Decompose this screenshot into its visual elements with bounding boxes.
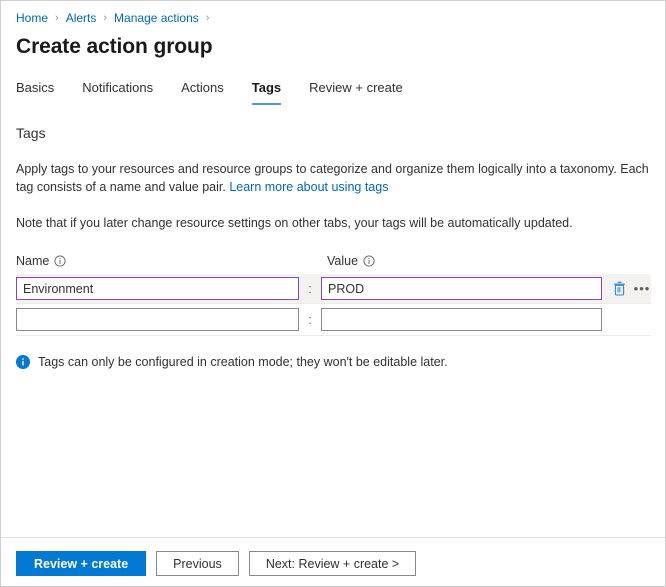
breadcrumb-item-alerts[interactable]: Alerts bbox=[66, 10, 97, 26]
info-notice-text: Tags can only be configured in creation … bbox=[38, 354, 448, 370]
column-header-value-label: Value bbox=[327, 254, 358, 268]
tag-row-colon: : bbox=[299, 313, 321, 327]
breadcrumb-item-home[interactable]: Home bbox=[16, 10, 48, 26]
azure-portal-blade: Home › Alerts › Manage actions › Create … bbox=[0, 0, 666, 587]
info-icon[interactable] bbox=[363, 255, 375, 267]
breadcrumb-separator-icon: › bbox=[206, 10, 210, 26]
tag-row-actions: ••• bbox=[611, 279, 651, 298]
tags-description-note: Note that if you later change resource s… bbox=[16, 214, 650, 232]
table-row: : ••• bbox=[16, 274, 651, 304]
learn-more-link[interactable]: Learn more about using tags bbox=[229, 180, 388, 194]
more-options-icon[interactable]: ••• bbox=[633, 279, 651, 298]
tab-review-create[interactable]: Review + create bbox=[309, 79, 403, 105]
page-title: Create action group bbox=[1, 26, 665, 61]
tag-value-input[interactable] bbox=[321, 308, 602, 331]
review-create-button[interactable]: Review + create bbox=[16, 551, 146, 576]
breadcrumb-item-manage-actions[interactable]: Manage actions bbox=[114, 10, 199, 26]
next-review-create-button[interactable]: Next: Review + create > bbox=[249, 551, 416, 576]
tag-name-input[interactable] bbox=[16, 308, 299, 331]
info-filled-icon bbox=[16, 355, 30, 373]
tags-description: Apply tags to your resources and resourc… bbox=[16, 160, 650, 196]
column-header-name-label: Name bbox=[16, 254, 49, 268]
tab-actions[interactable]: Actions bbox=[181, 79, 224, 105]
column-header-value: Value bbox=[327, 254, 375, 268]
breadcrumb: Home › Alerts › Manage actions › bbox=[1, 1, 665, 26]
info-icon[interactable] bbox=[54, 255, 66, 267]
tag-name-input[interactable] bbox=[16, 277, 299, 300]
breadcrumb-separator-icon: › bbox=[103, 10, 107, 26]
tab-tags[interactable]: Tags bbox=[252, 79, 281, 105]
tag-table-header: Name Value bbox=[16, 254, 651, 274]
tab-basics[interactable]: Basics bbox=[16, 79, 54, 105]
column-header-name: Name bbox=[16, 254, 305, 268]
info-notice: Tags can only be configured in creation … bbox=[16, 354, 650, 373]
tags-panel: Tags Apply tags to your resources and re… bbox=[1, 105, 665, 537]
breadcrumb-separator-icon: › bbox=[55, 10, 59, 26]
delete-tag-button[interactable] bbox=[611, 279, 628, 298]
previous-button[interactable]: Previous bbox=[156, 551, 239, 576]
section-title-tags: Tags bbox=[16, 123, 650, 143]
tab-bar: Basics Notifications Actions Tags Review… bbox=[1, 61, 665, 105]
tab-notifications[interactable]: Notifications bbox=[82, 79, 153, 105]
table-row: : bbox=[16, 305, 651, 336]
blade-footer: Review + create Previous Next: Review + … bbox=[1, 537, 665, 586]
tag-row-colon: : bbox=[299, 282, 321, 296]
tag-table: Name Value bbox=[16, 254, 651, 336]
tag-value-input[interactable] bbox=[321, 277, 602, 300]
